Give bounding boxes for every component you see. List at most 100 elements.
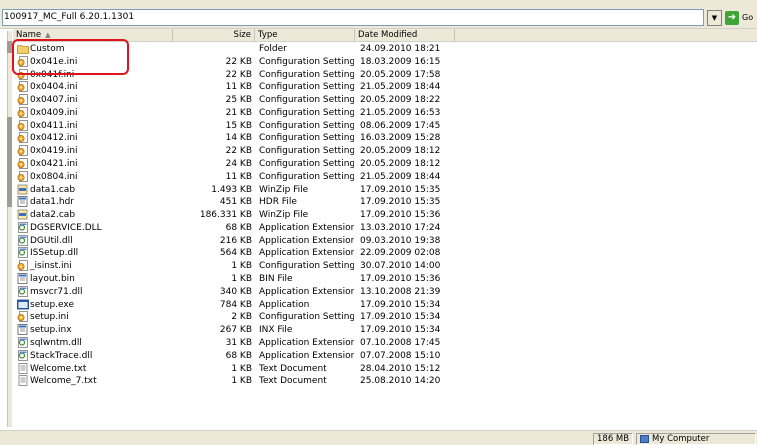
file-name: sqlwntm.dll — [30, 337, 82, 348]
file-date: 24.09.2010 18:21 — [360, 44, 441, 54]
file-type: Configuration Settings — [259, 69, 354, 80]
file-name: Custom — [30, 44, 65, 54]
file-row[interactable]: 0x0804.ini 11 KB Configuration Settings 21.… — [13, 170, 757, 183]
file-row[interactable]: StackTrace.dll 68 KB Application Extension… — [13, 349, 757, 362]
file-size: 2 KB — [231, 312, 252, 323]
file-date: 20.05.2009 17:58 — [360, 69, 441, 80]
file-name: msvcr71.dll — [30, 286, 83, 297]
file-type: Application Extension — [259, 222, 354, 233]
file-date: 07.10.2008 17:45 — [360, 337, 441, 348]
file-row[interactable]: sqlwntm.dll 31 KB Application Extension 07.… — [13, 337, 757, 349]
dll-file-icon — [17, 349, 29, 361]
status-location: My Computer — [636, 433, 756, 445]
go-button[interactable]: ➜ Go — [724, 9, 756, 27]
file-type: Application Extension — [259, 235, 354, 246]
file-type: Configuration Settings — [259, 120, 354, 131]
file-date: 28.04.2010 15:12 — [360, 363, 441, 374]
file-date: 20.05.2009 18:12 — [360, 159, 441, 170]
file-date: 21.05.2009 18:44 — [360, 171, 441, 182]
text-file-icon — [17, 375, 29, 387]
file-size: 11 KB — [225, 82, 252, 93]
ini-file-icon — [17, 311, 29, 323]
file-row[interactable]: setup.ini 2 KB Configuration Settings 17.09… — [13, 311, 757, 323]
file-row[interactable]: data1.cab 1.493 KB WinZip File 17.09.2010 1… — [13, 184, 757, 196]
file-row[interactable]: 0x041f.ini 22 KB Configuration Settings 20.… — [13, 68, 757, 81]
file-type: Configuration Settings — [259, 171, 354, 182]
ini-file-icon — [17, 106, 29, 118]
file-type: BIN File — [259, 274, 293, 285]
file-size: 186.331 KB — [199, 210, 252, 221]
column-header-date[interactable]: Date Modified — [355, 29, 455, 42]
file-row[interactable]: setup.inx 267 KB INX File 17.09.2010 15:34 — [13, 324, 757, 336]
file-type: WinZip File — [259, 210, 309, 221]
file-row[interactable]: data2.cab 186.331 KB WinZip File 17.09.2010… — [13, 209, 757, 221]
file-row[interactable]: ISSetup.dll 564 KB Application Extension 22… — [13, 247, 757, 259]
file-type: Application Extension — [259, 248, 354, 259]
file-size: 24 KB — [225, 159, 252, 170]
file-type: Text Document — [259, 363, 327, 374]
file-row[interactable]: Welcome_7.txt 1 KB Text Document 25.08.2010… — [13, 375, 757, 387]
file-size: 1 KB — [231, 274, 252, 285]
scrollbar-thumb-lower[interactable] — [7, 117, 12, 207]
file-type: Configuration Settings — [259, 159, 354, 170]
file-row[interactable]: 0x0404.ini 11 KB Configuration Settings 21.… — [13, 81, 757, 93]
file-row[interactable]: 0x041e.ini 22 KB Configuration Settings 18.… — [13, 55, 757, 68]
file-type: HDR File — [259, 197, 297, 208]
file-row[interactable]: data1.hdr 451 KB HDR File 17.09.2010 15:35 — [13, 196, 757, 208]
file-size: 1 KB — [231, 363, 252, 374]
file-name: 0x0421.ini — [30, 159, 78, 170]
file-row[interactable]: Custom Folder 24.09.2010 18:21 — [13, 43, 757, 55]
file-name: StackTrace.dll — [30, 350, 93, 361]
folder-pane-scrollbar[interactable] — [7, 31, 12, 427]
file-row[interactable]: 0x0419.ini 22 KB Configuration Settings 20.… — [13, 145, 757, 157]
file-row[interactable]: 0x0412.ini 14 KB Configuration Settings 16.… — [13, 132, 757, 144]
file-list: Custom Folder 24.09.2010 18:21 0x041e.ini 22… — [13, 43, 757, 429]
file-row[interactable]: _isinst.ini 1 KB Configuration Settings 30.… — [13, 260, 757, 272]
file-type: INX File — [259, 325, 293, 336]
file-name: 0x0409.ini — [30, 107, 78, 118]
file-row[interactable]: 0x0407.ini 25 KB Configuration Settings 20.… — [13, 94, 757, 106]
file-name: DGUtil.dll — [30, 235, 73, 246]
file-size: 31 KB — [225, 337, 252, 348]
file-row[interactable]: 0x0411.ini 15 KB Configuration Settings 08.… — [13, 119, 757, 132]
file-row[interactable]: Welcome.txt 1 KB Text Document 28.04.2010 1… — [13, 362, 757, 375]
file-name: 0x0412.ini — [30, 133, 78, 144]
column-header-type[interactable]: Type — [255, 29, 355, 42]
file-date: 09.03.2010 19:38 — [360, 235, 441, 246]
file-date: 17.09.2010 15:34 — [360, 299, 441, 310]
scrollbar-thumb[interactable] — [7, 41, 12, 53]
ini-file-icon — [17, 260, 29, 272]
dll-file-icon — [17, 337, 29, 348]
file-row[interactable]: setup.exe 784 KB Application 17.09.2010 15:… — [13, 299, 757, 311]
generic-file-icon — [17, 273, 29, 284]
file-type: Configuration Settings — [259, 146, 354, 157]
file-date: 18.03.2009 16:15 — [360, 56, 441, 67]
file-type: Configuration Settings — [259, 82, 354, 93]
address-input[interactable]: 100917_MC_Full 6.20.1.1301 — [2, 9, 704, 26]
address-dropdown-button[interactable]: ▼ — [707, 10, 722, 26]
file-row[interactable]: msvcr71.dll 340 KB Application Extension 13… — [13, 285, 757, 298]
address-bar: 100917_MC_Full 6.20.1.1301 ▼ ➜ Go — [0, 0, 757, 29]
dll-file-icon — [17, 222, 29, 233]
file-type: Configuration Settings — [259, 133, 354, 144]
file-name: data1.cab — [30, 184, 76, 195]
file-type: Configuration Settings — [259, 95, 354, 106]
file-type: Application Extension — [259, 286, 354, 297]
file-name: ISSetup.dll — [30, 248, 79, 259]
ini-file-icon — [17, 170, 29, 182]
file-type: Folder — [259, 44, 287, 54]
file-row[interactable]: 0x0421.ini 24 KB Configuration Settings 20.… — [13, 158, 757, 170]
file-size: 451 KB — [219, 197, 252, 208]
file-row[interactable]: DGUtil.dll 216 KB Application Extension 09.… — [13, 234, 757, 247]
file-size: 564 KB — [219, 248, 252, 259]
column-header-size[interactable]: Size — [173, 29, 255, 42]
file-size: 1 KB — [231, 261, 252, 272]
file-date: 07.07.2008 15:10 — [360, 350, 441, 361]
column-header-name[interactable]: Name ▲ — [13, 29, 173, 42]
generic-file-icon — [17, 196, 29, 208]
file-date: 17.09.2010 15:35 — [360, 197, 441, 208]
file-row[interactable]: layout.bin 1 KB BIN File 17.09.2010 15:36 — [13, 273, 757, 285]
file-row[interactable]: 0x0409.ini 21 KB Configuration Settings 21.… — [13, 106, 757, 119]
file-size: 25 KB — [225, 95, 252, 106]
file-row[interactable]: DGSERVICE.DLL 68 KB Application Extension 1… — [13, 222, 757, 234]
